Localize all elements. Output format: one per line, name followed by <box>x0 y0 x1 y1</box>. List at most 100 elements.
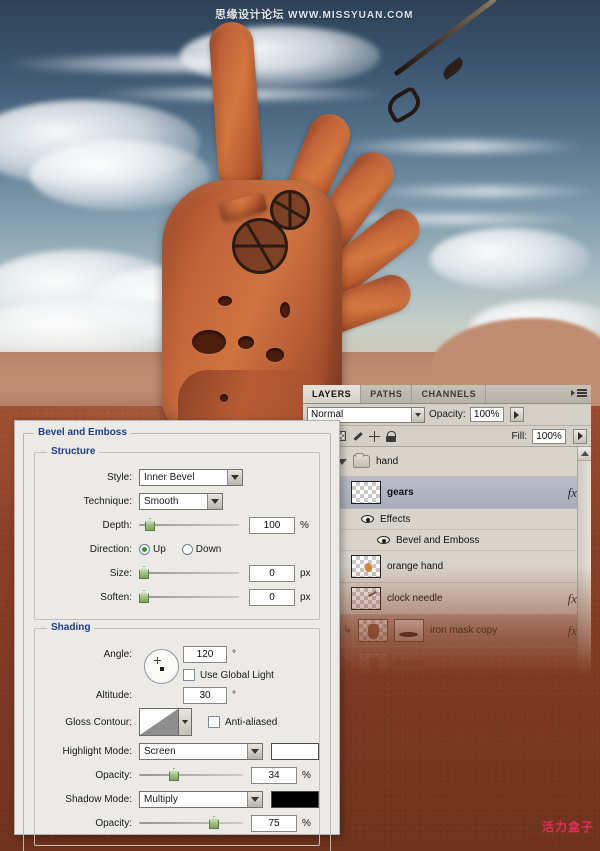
slider-thumb[interactable] <box>145 518 155 531</box>
layer-row-texture[interactable]: ↳ texture <box>303 647 591 679</box>
angle-value[interactable]: 120 <box>183 645 227 663</box>
lock-all-icon[interactable] <box>385 430 397 442</box>
hamburger-icon <box>577 389 587 397</box>
panel-menu-button[interactable] <box>571 389 587 397</box>
layer-name: clock needle <box>387 593 443 604</box>
soften-value[interactable]: 0 <box>249 588 295 606</box>
direction-up-radio[interactable] <box>139 543 150 555</box>
shadow-opacity-row: Opacity: 75 % <box>35 811 319 835</box>
degree-symbol: ° <box>232 689 236 701</box>
chevron-down-icon <box>227 469 242 485</box>
highlight-opacity-slider[interactable] <box>139 768 243 782</box>
technique-label: Technique: <box>83 495 132 507</box>
highlight-mode-value: Screen <box>144 745 176 757</box>
layer-row-clock-needle[interactable]: clock needle fx <box>303 583 591 615</box>
shadow-color-swatch[interactable] <box>271 790 319 808</box>
watermark-top-cn: 思缘设计论坛 <box>215 9 284 21</box>
size-value[interactable]: 0 <box>249 564 295 582</box>
layer-row-orange-hand[interactable]: orange hand <box>303 551 591 583</box>
opacity-stepper[interactable] <box>509 407 524 422</box>
folder-icon <box>353 453 370 468</box>
gloss-contour-preview[interactable] <box>139 708 179 736</box>
highlight-opacity-row: Opacity: 34 % <box>35 763 319 787</box>
tab-layers[interactable]: LAYERS <box>303 385 362 403</box>
fill-stepper[interactable] <box>573 428 587 444</box>
blend-mode-row: Normal Opacity: 100% <box>303 404 591 426</box>
shadow-opacity-slider[interactable] <box>139 816 243 830</box>
hand-hole <box>220 394 228 402</box>
clipping-mask-icon: ↳ <box>343 656 353 669</box>
layer-mask-thumbnail[interactable] <box>394 619 424 642</box>
bevel-and-emboss-group: Bevel and Emboss Structure Style: Inner … <box>23 427 331 851</box>
style-label: Style: <box>106 471 132 483</box>
technique-select[interactable]: Smooth <box>139 492 223 510</box>
size-label: Size: <box>109 567 132 579</box>
shadow-mode-value: Multiply <box>144 793 178 805</box>
hand-hole <box>192 330 226 354</box>
size-slider[interactable] <box>139 566 239 580</box>
layer-thumbnail[interactable] <box>358 651 388 675</box>
angle-dial[interactable] <box>144 649 179 684</box>
layer-row-effects[interactable]: Effects <box>303 509 591 530</box>
opacity-value[interactable]: 100% <box>469 407 504 422</box>
layer-list: hand gears fx Effects Bevel and Emboss o… <box>303 447 591 679</box>
structure-group: Structure Style: Inner Bevel Technique: … <box>34 446 320 620</box>
eye-icon[interactable] <box>361 515 374 523</box>
fx-badge-icon[interactable]: fx <box>568 591 577 607</box>
style-value: Inner Bevel <box>144 471 195 483</box>
tab-paths[interactable]: PATHS <box>361 385 413 403</box>
fill-label: Fill: <box>511 430 527 442</box>
shadow-opacity-unit: % <box>302 817 311 829</box>
slider-thumb[interactable] <box>139 566 149 579</box>
soften-slider[interactable] <box>139 590 239 604</box>
angle-indicator-dot <box>160 667 164 671</box>
layer-row-hand[interactable]: hand <box>303 447 591 477</box>
slider-thumb[interactable] <box>169 768 179 781</box>
opacity-label: Opacity: <box>429 409 466 420</box>
layer-thumbnail[interactable] <box>358 619 388 642</box>
chevron-down-icon <box>207 493 222 509</box>
watermark-bottom-cn: 活力盒子 <box>541 820 594 834</box>
altitude-value[interactable]: 30 <box>183 686 227 704</box>
eye-icon[interactable] <box>377 536 390 544</box>
depth-row: Depth: 100 % <box>35 513 319 537</box>
fx-badge-icon[interactable]: fx <box>568 485 577 501</box>
direction-down-radio[interactable] <box>181 543 193 555</box>
layer-thumbnail[interactable] <box>351 587 381 610</box>
highlight-opacity-value[interactable]: 34 <box>251 766 297 784</box>
shading-group: Shading Angle: 120 ° Use Global Light Al… <box>34 622 320 846</box>
lock-position-icon[interactable] <box>368 430 380 442</box>
use-global-light-checkbox[interactable] <box>183 669 195 681</box>
style-select[interactable]: Inner Bevel <box>139 468 243 486</box>
lock-image-icon[interactable] <box>352 431 363 442</box>
slider-thumb[interactable] <box>209 816 219 829</box>
use-global-light-label: Use Global Light <box>200 669 274 681</box>
effects-label: Effects <box>380 513 411 525</box>
layer-row-bevel-and-emboss[interactable]: Bevel and Emboss <box>303 530 591 551</box>
scroll-up-button[interactable] <box>578 447 592 461</box>
tab-channels[interactable]: CHANNELS <box>412 385 487 403</box>
highlight-mode-row: Highlight Mode: Screen <box>35 739 319 763</box>
layer-row-iron-mask-copy[interactable]: ↳ iron mask copy fx <box>303 615 591 647</box>
direction-up-label: Up <box>153 543 166 555</box>
slider-thumb[interactable] <box>139 590 149 603</box>
highlight-color-swatch[interactable] <box>271 742 319 760</box>
depth-value[interactable]: 100 <box>249 516 295 534</box>
shadow-opacity-value[interactable]: 75 <box>251 814 297 832</box>
slider-track <box>139 596 239 598</box>
soften-unit: px <box>300 591 311 603</box>
fx-badge-icon[interactable]: fx <box>568 623 577 639</box>
panel-tabbar: LAYERS PATHS CHANNELS <box>303 385 591 404</box>
chevron-down-icon[interactable] <box>179 708 192 736</box>
anti-aliased-checkbox[interactable] <box>208 716 220 728</box>
layer-row-gears[interactable]: gears fx <box>303 477 591 509</box>
depth-label: Depth: <box>102 519 132 531</box>
depth-slider[interactable] <box>139 518 239 532</box>
layers-scrollbar[interactable] <box>577 447 592 675</box>
fill-value[interactable]: 100% <box>532 428 566 444</box>
hand-hole <box>218 296 232 306</box>
shadow-mode-select[interactable]: Multiply <box>139 790 263 808</box>
layer-thumbnail[interactable] <box>351 555 381 578</box>
layer-thumbnail[interactable] <box>351 481 381 504</box>
highlight-mode-select[interactable]: Screen <box>139 742 263 760</box>
